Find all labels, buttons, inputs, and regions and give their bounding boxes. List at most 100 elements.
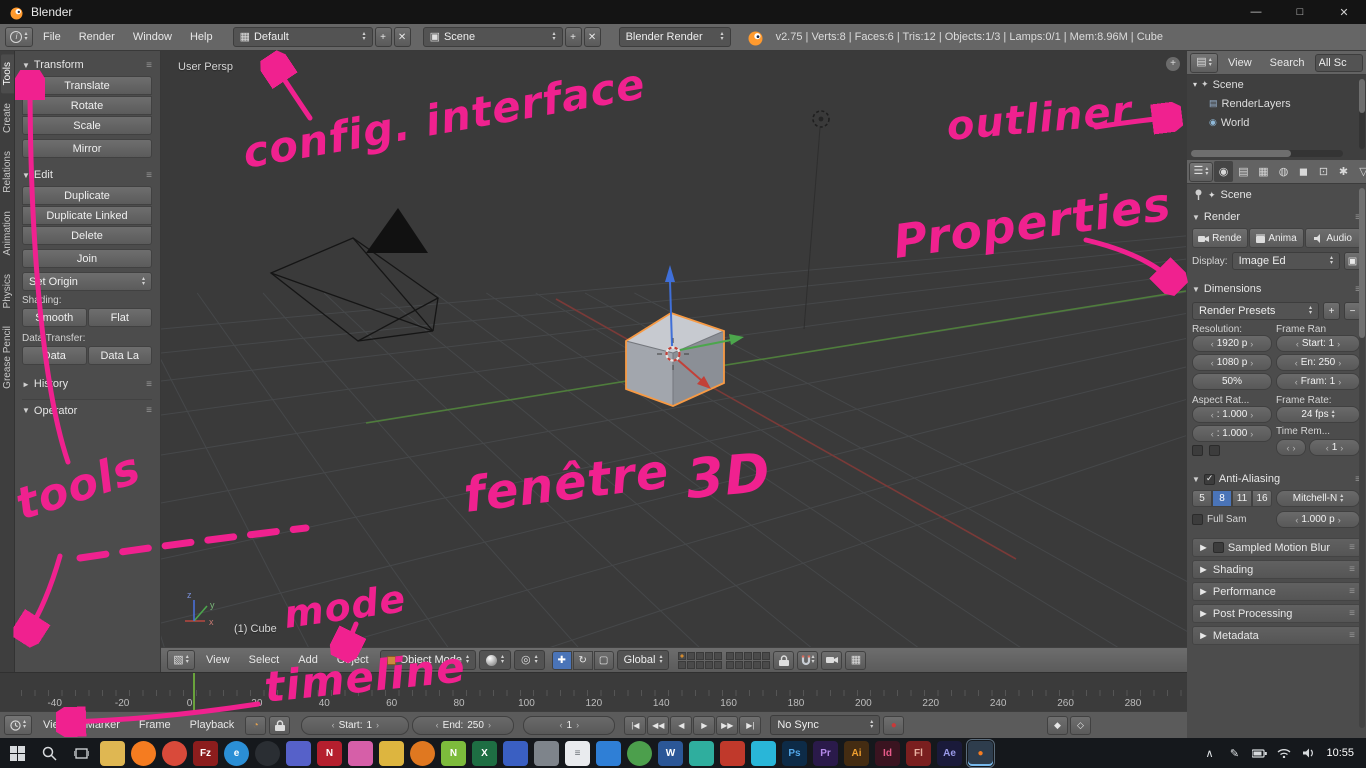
pushpin-icon[interactable] <box>1194 189 1203 201</box>
panel-menu-icon[interactable]: ≡ <box>1349 564 1355 575</box>
properties-tab-scene[interactable]: ▦ <box>1254 161 1273 182</box>
taskbar-app-premiere[interactable]: Pr <box>813 741 838 766</box>
menu-file[interactable]: File <box>35 27 69 47</box>
crop-checkbox[interactable] <box>1209 445 1220 456</box>
opengl-render-anim-icon[interactable]: ▦ <box>845 651 866 670</box>
lock-time-icon[interactable] <box>269 716 290 735</box>
task-view-button[interactable] <box>68 740 94 766</box>
panel-sampled-motion-blur[interactable]: ► Sampled Motion Blur ≡ <box>1192 538 1361 557</box>
properties-tab-render[interactable]: ◉ <box>1214 161 1233 182</box>
menu-window[interactable]: Window <box>125 27 180 47</box>
toolshelf-tab-create[interactable]: Create <box>1 95 14 141</box>
editor-type-button-outliner[interactable]: ▤ <box>1190 53 1218 73</box>
expand-region-icon[interactable]: + <box>1166 57 1180 71</box>
data-button[interactable]: Data <box>22 346 87 365</box>
menu-view[interactable]: View <box>35 715 75 735</box>
taskbar-app-opera[interactable] <box>162 741 187 766</box>
render-presets-dropdown[interactable]: Render Presets <box>1192 302 1319 320</box>
menu-search[interactable]: Search <box>1262 53 1313 73</box>
editor-type-button-info[interactable]: i <box>5 27 33 47</box>
taskbar-app-flash[interactable]: Fl <box>906 741 931 766</box>
outliner-vertical-scrollbar[interactable] <box>1359 79 1365 149</box>
transport-button[interactable]: ▶ <box>693 716 715 735</box>
collapsed-panel[interactable]: ► Metadata ≡ <box>1192 626 1361 645</box>
toolshelf-tab-relations[interactable]: Relations <box>1 143 14 201</box>
scale-button[interactable]: Scale <box>22 116 152 135</box>
menu-help[interactable]: Help <box>182 27 221 47</box>
aa-size-slider[interactable]: ‹1.000 p› <box>1276 511 1360 528</box>
panel-menu-icon[interactable]: ≡ <box>1349 542 1355 553</box>
taskbar-app-discord[interactable] <box>286 741 311 766</box>
collapsed-panel[interactable]: ► Performance ≡ <box>1192 582 1361 601</box>
toolshelf-tab-physics[interactable]: Physics <box>1 266 14 316</box>
pivot-dropdown[interactable]: ◎ <box>514 650 545 670</box>
taskbar-clock[interactable]: 10:55 <box>1326 747 1354 759</box>
taskbar-app-illustrator[interactable]: Ai <box>844 741 869 766</box>
panel-menu-icon[interactable]: ≡ <box>146 379 152 390</box>
taskbar-app-edge[interactable]: e <box>224 741 249 766</box>
properties-tab-modifiers[interactable]: ✱ <box>1334 161 1353 182</box>
taskbar-app-firefox[interactable] <box>131 741 156 766</box>
expander-icon[interactable]: ▾ <box>1193 80 1197 89</box>
collapsed-panel[interactable]: ► Post Processing ≡ <box>1192 604 1361 623</box>
menu-view[interactable]: View <box>198 650 238 670</box>
taskbar-app-filezilla[interactable]: Fz <box>193 741 218 766</box>
sampled-motion-blur-checkbox[interactable] <box>1213 542 1224 553</box>
auto-keyframe-record-icon[interactable]: ● <box>883 716 904 735</box>
taskbar-app-red[interactable] <box>720 741 745 766</box>
add-scene-button[interactable]: + <box>565 27 582 47</box>
lock-icon[interactable] <box>773 651 794 670</box>
taskbar-app-indesign[interactable]: Id <box>875 741 900 766</box>
panel-menu-icon[interactable]: ≡ <box>146 405 152 416</box>
mode-dropdown[interactable]: Object Mode <box>380 650 476 670</box>
aa-samples-5[interactable]: 5 <box>1192 490 1212 507</box>
rotate-button[interactable]: Rotate <box>22 96 152 115</box>
transport-button[interactable]: ▶| <box>739 716 761 735</box>
properties-tab-data[interactable]: ▽ <box>1354 161 1366 182</box>
properties-tab-render-layers[interactable]: ▤ <box>1234 161 1253 182</box>
panel-menu-icon[interactable]: ≡ <box>1349 608 1355 619</box>
menu-view[interactable]: View <box>1220 53 1260 73</box>
flat-button[interactable]: Flat <box>88 308 153 327</box>
toolshelf-tab-tools[interactable]: Tools <box>1 54 14 93</box>
taskbar-app-aftereffects[interactable]: Ae <box>937 741 962 766</box>
outliner-item-world[interactable]: ◉ World <box>1187 113 1366 132</box>
display-dropdown[interactable]: Image Ed <box>1232 252 1340 270</box>
layers-widget[interactable] <box>678 652 770 669</box>
frame-start-field[interactable]: ‹Start: 1› <box>1276 335 1360 352</box>
start-frame-field[interactable]: ‹Start:1› <box>301 716 409 735</box>
remap-old-field[interactable]: ‹› <box>1276 439 1306 456</box>
outliner-scope-dropdown[interactable]: All Sc <box>1315 54 1363 72</box>
render-engine-dropdown[interactable]: Blender Render <box>619 27 731 47</box>
panel-menu-icon[interactable]: ≡ <box>146 170 152 181</box>
taskbar-app-chrome[interactable] <box>627 741 652 766</box>
taskbar-app-blue2[interactable] <box>596 741 621 766</box>
menu-frame[interactable]: Frame <box>131 715 179 735</box>
menu-object[interactable]: Object <box>329 650 377 670</box>
taskbar-app-excel[interactable]: X <box>472 741 497 766</box>
panel-header-anti-aliasing[interactable]: ▼ Anti-Aliasing ≡ <box>1192 470 1361 488</box>
properties-tab-object[interactable]: ◼ <box>1294 161 1313 182</box>
resolution-percent-slider[interactable]: 50% <box>1192 373 1272 390</box>
volume-icon[interactable] <box>1301 748 1317 758</box>
menu-select[interactable]: Select <box>241 650 288 670</box>
panel-menu-icon[interactable]: ≡ <box>1349 586 1355 597</box>
keyingset-icon[interactable]: ◆ <box>1047 716 1068 735</box>
taskbar-app-netflix[interactable]: N <box>317 741 342 766</box>
panel-header-history[interactable]: ► History ≡ <box>22 375 152 393</box>
preset-add-button[interactable]: + <box>1323 302 1340 320</box>
panel-header-operator[interactable]: ▼ Operator ≡ <box>22 399 152 417</box>
fps-dropdown[interactable]: 24 fps <box>1276 406 1360 423</box>
taskbar-app-blender[interactable]: ● <box>968 741 993 766</box>
aa-samples-16[interactable]: 16 <box>1252 490 1272 507</box>
panel-menu-icon[interactable]: ≡ <box>146 60 152 71</box>
render-button[interactable]: Rende <box>1192 228 1248 248</box>
timeline-ruler[interactable]: -40-200204060801001201401601802002202402… <box>0 672 1187 711</box>
current-frame-field[interactable]: ‹1› <box>523 716 615 735</box>
transport-button[interactable]: ◀◀ <box>647 716 669 735</box>
smooth-button[interactable]: Smooth <box>22 308 87 327</box>
taskbar-app-gray[interactable] <box>534 741 559 766</box>
anti-aliasing-checkbox[interactable] <box>1204 474 1215 485</box>
viewport-shading-dropdown[interactable] <box>479 650 511 670</box>
transport-button[interactable]: |◀ <box>624 716 646 735</box>
